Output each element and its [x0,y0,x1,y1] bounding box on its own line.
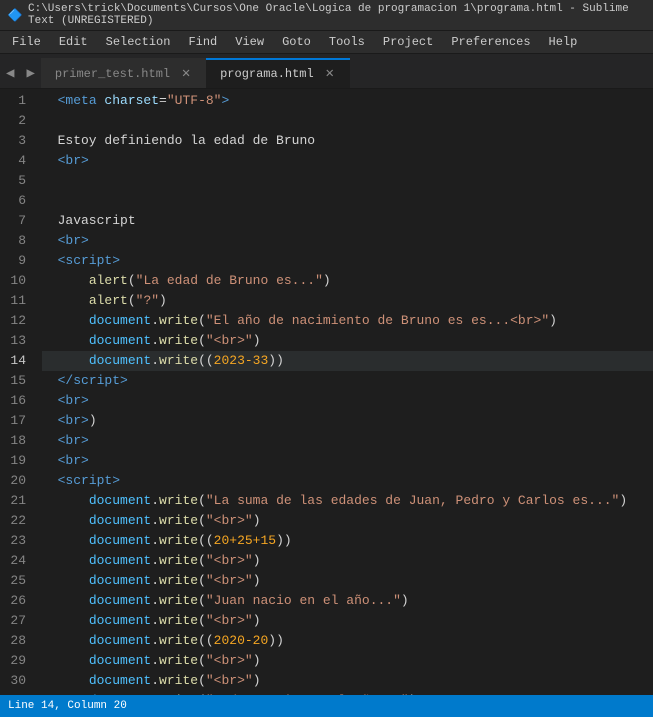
line-number-12: 12 [8,311,26,331]
code-line-2 [42,111,653,131]
tab-nav-next[interactable]: ▶ [20,58,40,88]
tab-bar: ◀ ▶ primer_test.html ✕ programa.html ✕ [0,54,653,89]
line-number-2: 2 [8,111,26,131]
line-number-15: 15 [8,371,26,391]
line-number-20: 20 [8,471,26,491]
code-line-26: document.write("Juan nacio en el año..."… [42,591,653,611]
code-line-21: document.write("La suma de las edades de… [42,491,653,511]
code-line-12: document.write("El año de nacimiento de … [42,311,653,331]
code-line-13: document.write("<br>") [42,331,653,351]
code-line-20: <script> [42,471,653,491]
line-number-4: 4 [8,151,26,171]
code-line-6 [42,191,653,211]
code-line-3: Estoy definiendo la edad de Bruno [42,131,653,151]
line-number-28: 28 [8,631,26,651]
line-number-16: 16 [8,391,26,411]
menu-item-edit[interactable]: Edit [51,33,96,51]
code-line-22: document.write("<br>") [42,511,653,531]
line-number-26: 26 [8,591,26,611]
status-text: Line 14, Column 20 [8,700,127,712]
line-number-29: 29 [8,651,26,671]
line-number-21: 21 [8,491,26,511]
line-number-23: 23 [8,531,26,551]
line-number-7: 7 [8,211,26,231]
menu-item-selection[interactable]: Selection [98,33,179,51]
tab-close-icon[interactable]: ✕ [178,66,194,82]
code-line-7: Javascript [42,211,653,231]
line-number-1: 1 [8,91,26,111]
app-icon: 🔷 [8,8,22,22]
status-bar: Line 14, Column 20 [0,695,653,717]
line-number-14: 14 [8,351,26,371]
tab-programa[interactable]: programa.html ✕ [206,58,350,88]
code-line-17: <br>) [42,411,653,431]
line-number-13: 13 [8,331,26,351]
line-number-30: 30 [8,671,26,691]
menu-item-project[interactable]: Project [375,33,441,51]
menu-item-find[interactable]: Find [180,33,225,51]
code-line-9: <script> [42,251,653,271]
line-number-18: 18 [8,431,26,451]
line-number-22: 22 [8,511,26,531]
tab-close-icon[interactable]: ✕ [322,66,338,82]
line-number-3: 3 [8,131,26,151]
line-number-9: 9 [8,251,26,271]
menu-item-help[interactable]: Help [541,33,586,51]
menu-item-goto[interactable]: Goto [274,33,319,51]
line-numbers: 1234567891011121314151617181920212223242… [0,89,38,695]
line-number-25: 25 [8,571,26,591]
code-line-11: alert("?") [42,291,653,311]
line-number-19: 19 [8,451,26,471]
line-number-6: 6 [8,191,26,211]
code-area[interactable]: <meta charset="UTF-8"> Estoy definiendo … [38,89,653,695]
code-line-28: document.write((2020-20)) [42,631,653,651]
menu-item-view[interactable]: View [227,33,272,51]
editor: 1234567891011121314151617181920212223242… [0,89,653,695]
code-line-19: <br> [42,451,653,471]
code-line-30: document.write("<br>") [42,671,653,691]
code-line-1: <meta charset="UTF-8"> [42,91,653,111]
tab-primer-test[interactable]: primer_test.html ✕ [41,58,206,88]
code-line-4: <br> [42,151,653,171]
menu-item-tools[interactable]: Tools [321,33,373,51]
tab-label: primer_test.html [55,67,170,81]
code-line-27: document.write("<br>") [42,611,653,631]
line-number-24: 24 [8,551,26,571]
line-number-11: 11 [8,291,26,311]
tab-label: programa.html [220,67,314,81]
line-number-5: 5 [8,171,26,191]
code-line-5 [42,171,653,191]
code-line-10: alert("La edad de Bruno es...") [42,271,653,291]
line-number-27: 27 [8,611,26,631]
code-line-29: document.write("<br>") [42,651,653,671]
code-line-15: </script> [42,371,653,391]
tab-nav-prev[interactable]: ◀ [0,58,20,88]
code-line-16: <br> [42,391,653,411]
code-line-24: document.write("<br>") [42,551,653,571]
title-bar: 🔷 C:\Users\trick\Documents\Cursos\One Or… [0,0,653,31]
line-number-8: 8 [8,231,26,251]
title-text: C:\Users\trick\Documents\Cursos\One Orac… [28,3,645,27]
code-line-14: document.write((2023-33)) [42,351,653,371]
code-line-8: <br> [42,231,653,251]
line-number-10: 10 [8,271,26,291]
menu-item-file[interactable]: File [4,33,49,51]
menu-bar: FileEditSelectionFindViewGotoToolsProjec… [0,31,653,54]
code-line-25: document.write("<br>") [42,571,653,591]
code-line-18: <br> [42,431,653,451]
code-line-23: document.write((20+25+15)) [42,531,653,551]
line-number-17: 17 [8,411,26,431]
menu-item-preferences[interactable]: Preferences [443,33,538,51]
